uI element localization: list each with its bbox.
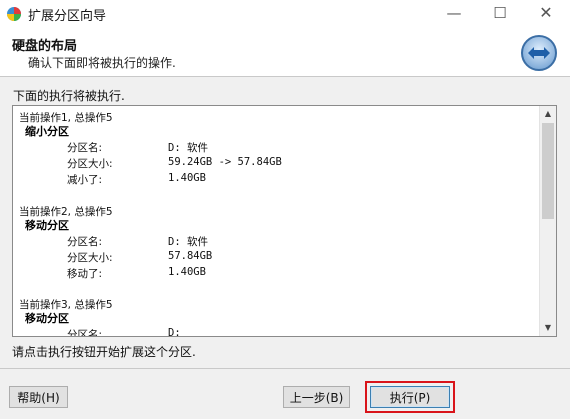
wizard-body: 下面的执行将被执行. 当前操作1, 总操作5 缩小分区 分区名: D: 软件 分…: [0, 77, 570, 419]
operation-title: 移动分区: [25, 312, 69, 325]
window-title: 扩展分区向导: [28, 9, 107, 24]
row-key: 分区大小:: [67, 158, 113, 170]
intro-text: 下面的执行将被执行.: [13, 89, 125, 103]
row-key: 分区名:: [67, 329, 103, 336]
operation-title: 移动分区: [25, 219, 69, 232]
page-subtitle: 确认下面即将被执行的操作.: [28, 56, 176, 70]
title-bar: 扩展分区向导 — ☐ ✕: [0, 0, 570, 28]
row-value: 59.24GB -> 57.84GB: [168, 156, 282, 168]
row-key: 分区名:: [67, 236, 103, 248]
row-value: D: 软件: [168, 142, 208, 154]
row-value: 1.40GB: [168, 172, 206, 184]
row-key: 移动了:: [67, 268, 103, 280]
app-logo-icon: [6, 6, 22, 22]
status-text: 请点击执行按钮开始扩展这个分区.: [12, 345, 196, 359]
scroll-down-icon[interactable]: ▼: [540, 320, 556, 336]
help-button[interactable]: 帮助(H): [9, 386, 68, 408]
wizard-header: 硬盘的布局 确认下面即将被执行的操作.: [0, 28, 570, 77]
operations-list[interactable]: 当前操作1, 总操作5 缩小分区 分区名: D: 软件 分区大小: 59.24G…: [12, 105, 557, 337]
vertical-scrollbar[interactable]: ▲ ▼: [539, 106, 556, 336]
row-value: 1.40GB: [168, 266, 206, 278]
operation-title: 缩小分区: [25, 125, 69, 138]
minimize-button[interactable]: —: [431, 0, 477, 28]
back-button[interactable]: 上一步(B): [283, 386, 350, 408]
row-value: 57.84GB: [168, 250, 213, 262]
operations-content: 当前操作1, 总操作5 缩小分区 分区名: D: 软件 分区大小: 59.24G…: [13, 106, 539, 336]
resize-arrows-icon: [520, 34, 558, 72]
row-key: 分区大小:: [67, 252, 113, 264]
maximize-button[interactable]: ☐: [477, 0, 523, 28]
execute-highlight-box: [365, 381, 455, 413]
scroll-thumb[interactable]: [542, 123, 554, 219]
row-key: 分区名:: [67, 142, 103, 154]
row-key: 减小了:: [67, 174, 103, 186]
scroll-up-icon[interactable]: ▲: [540, 106, 556, 122]
row-value: D:: [168, 327, 181, 336]
row-value: D: 软件: [168, 236, 208, 248]
close-button[interactable]: ✕: [523, 0, 569, 28]
page-title: 硬盘的布局: [12, 39, 78, 54]
footer-divider: [0, 368, 570, 369]
